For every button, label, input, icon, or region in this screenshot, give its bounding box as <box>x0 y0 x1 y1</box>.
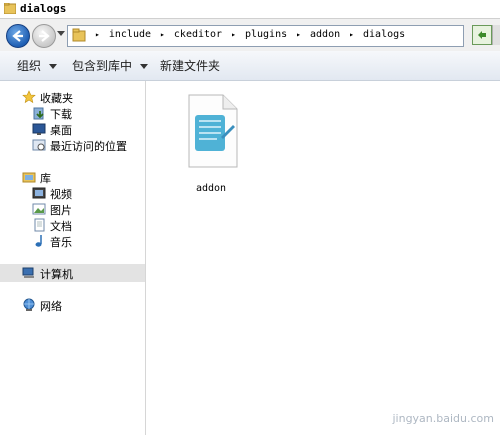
nav-item-recent-places[interactable]: 最近访问的位置 <box>0 137 145 153</box>
breadcrumb-include[interactable]: include <box>109 29 151 40</box>
new-folder-button[interactable]: 新建文件夹 <box>160 57 220 74</box>
nav-item-network[interactable]: 网络 <box>0 297 145 313</box>
watermark: jingyan.baidu.com <box>392 412 494 425</box>
nav-item-computer[interactable]: 计算机 <box>0 264 145 282</box>
breadcrumb-plugins[interactable]: plugins <box>245 29 287 40</box>
new-folder-label: 新建文件夹 <box>160 59 221 73</box>
chevron-right-icon[interactable]: ▸ <box>95 30 100 39</box>
chevron-down-icon <box>49 64 58 69</box>
organize-button[interactable]: 组织 <box>17 57 58 74</box>
arrow-left-icon <box>12 30 23 42</box>
address-bar[interactable]: ▸ include ▸ ckeditor ▸ plugins ▸ addon ▸… <box>67 25 464 47</box>
folder-icon <box>72 28 86 42</box>
nav-label: 音乐 <box>50 236 72 249</box>
chevron-right-icon[interactable]: ▸ <box>160 30 165 39</box>
library-icon <box>22 172 36 183</box>
video-icon <box>32 187 46 199</box>
include-in-library-button[interactable]: 包含到库中 <box>72 57 149 74</box>
nav-label: 视频 <box>50 188 72 201</box>
breadcrumb-ckeditor[interactable]: ckeditor <box>174 29 222 40</box>
nav-item-documents[interactable]: 文档 <box>0 217 145 233</box>
nav-label: 图片 <box>50 204 72 217</box>
chevron-right-icon[interactable]: ▸ <box>231 30 236 39</box>
chevron-right-icon[interactable]: ▸ <box>349 30 354 39</box>
nav-item-downloads[interactable]: 下载 <box>0 105 145 121</box>
nav-label: 库 <box>40 172 51 185</box>
back-button[interactable] <box>6 24 30 48</box>
breadcrumb-addon[interactable]: addon <box>310 29 340 40</box>
computer-icon <box>22 267 34 278</box>
nav-item-videos[interactable]: 视频 <box>0 185 145 201</box>
refresh-button[interactable] <box>472 25 492 45</box>
nav-label: 计算机 <box>40 268 73 281</box>
network-icon <box>23 298 35 311</box>
nav-label: 桌面 <box>50 124 72 137</box>
title-bar: dialogs <box>0 0 500 19</box>
folder-icon <box>4 3 16 14</box>
address-row: ▸ include ▸ ckeditor ▸ plugins ▸ addon ▸… <box>0 19 500 51</box>
organize-label: 组织 <box>17 59 42 73</box>
notepad-file-icon <box>188 94 238 168</box>
chevron-down-icon <box>140 64 149 69</box>
nav-label: 最近访问的位置 <box>50 140 127 153</box>
star-icon <box>22 90 36 104</box>
document-icon <box>34 218 45 232</box>
nav-label: 网络 <box>40 300 62 313</box>
nav-label: 下载 <box>50 108 72 121</box>
forward-button[interactable] <box>32 24 56 48</box>
chevron-right-icon[interactable]: ▸ <box>296 30 301 39</box>
desktop-icon <box>32 123 46 135</box>
breadcrumb: ▸ include ▸ ckeditor ▸ plugins ▸ addon ▸… <box>92 29 405 40</box>
nav-item-desktop[interactable]: 桌面 <box>0 121 145 137</box>
nav-item-music[interactable]: 音乐 <box>0 233 145 249</box>
breadcrumb-dialogs[interactable]: dialogs <box>363 29 405 40</box>
nav-item-libraries[interactable]: 库 <box>0 169 145 185</box>
file-list: addon jingyan.baidu.com <box>146 81 500 435</box>
nav-label: 收藏夹 <box>40 92 73 105</box>
window-title: dialogs <box>20 2 67 15</box>
nav-item-favorites[interactable]: 收藏夹 <box>0 89 145 105</box>
recent-places-icon <box>32 139 46 151</box>
music-note-icon <box>35 235 42 247</box>
command-bar: 组织 包含到库中 新建文件夹 <box>0 51 500 81</box>
file-name: addon <box>195 183 227 194</box>
file-item[interactable]: addon <box>176 91 246 201</box>
search-box-edge[interactable] <box>492 25 500 45</box>
nav-label: 文档 <box>50 220 72 233</box>
refresh-icon <box>478 31 486 39</box>
nav-item-pictures[interactable]: 图片 <box>0 201 145 217</box>
include-in-library-label: 包含到库中 <box>72 59 133 73</box>
navigation-pane: 收藏夹 下载 桌面 最近访问的位置 库 视频 图片 文档 音乐 计算机 网络 <box>0 81 146 435</box>
arrow-right-icon <box>39 30 50 42</box>
recent-pages-dropdown[interactable] <box>57 31 65 36</box>
picture-icon <box>32 203 46 215</box>
download-icon <box>33 107 44 120</box>
